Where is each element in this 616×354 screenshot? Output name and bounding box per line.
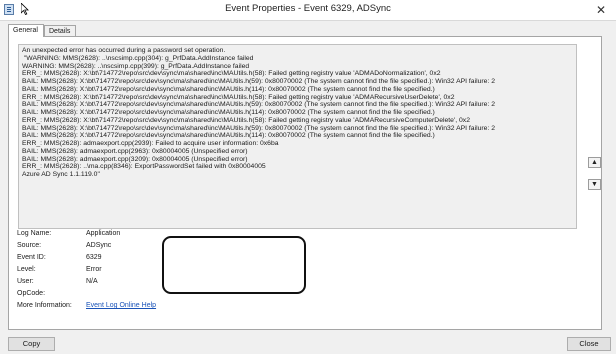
level-label: Level: xyxy=(17,266,36,273)
user-value: N/A xyxy=(86,278,98,285)
description-line: BAIL: MMS(2628): admaexport.cpp(2963): 0… xyxy=(22,147,248,155)
event-description[interactable]: An unexpected error has occurred during … xyxy=(18,44,577,229)
description-line: Azure AD Sync 1.1.119.0" xyxy=(22,171,100,178)
description-line: BAIL: MMS(2628): X:\bt\714772\repo\src\d… xyxy=(22,85,435,93)
description-line: ERR_: MMS(2628): X:\bt\714772\repo\src\d… xyxy=(22,93,455,101)
user-label: User: xyxy=(17,278,34,285)
log-name-value: Application xyxy=(86,230,121,237)
redaction-box xyxy=(162,236,306,294)
description-line: ERR_: MMS(2628): X:\bt\714772\repo\src\d… xyxy=(22,70,441,78)
description-line: ERR_: MMS(2628): ..\ma.cpp(8346): Export… xyxy=(22,163,266,171)
source-value: ADSync xyxy=(86,242,112,249)
level-value: Error xyxy=(86,266,102,273)
description-line: BAIL: MMS(2628): X:\bt\714772\repo\src\d… xyxy=(22,132,435,140)
description-line: ERR_: MMS(2628): admaexport.cpp(2939): F… xyxy=(22,140,279,147)
previous-event-button[interactable]: ▲ xyxy=(588,157,601,168)
title-bar: Event Properties - Event 6329, ADSync ✕ xyxy=(0,0,616,21)
more-information-label: More Information: xyxy=(17,302,72,309)
description-line: BAIL: MMS(2628): X:\bt\714772\repo\src\d… xyxy=(22,124,495,132)
copy-button[interactable]: Copy xyxy=(8,337,55,351)
tab-general[interactable]: General xyxy=(8,24,44,37)
window-title: Event Properties - Event 6329, ADSync xyxy=(225,3,391,14)
window-close-button[interactable]: ✕ xyxy=(593,2,609,18)
event-log-online-help-link[interactable]: Event Log Online Help xyxy=(86,301,156,311)
source-label: Source: xyxy=(17,242,42,249)
event-id-label: Event ID: xyxy=(17,254,46,261)
description-line: BAIL: MMS(2628): admaexport.cpp(3209): 0… xyxy=(22,155,248,163)
description-line: WARNING: MMS(2628): ..\nscsimp.cpp(399):… xyxy=(22,62,250,70)
description-line: "WARNING: MMS(2628): ..\nscsimp.cpp(304)… xyxy=(22,54,254,62)
general-tab-panel: An unexpected error has occurred during … xyxy=(8,36,602,330)
opcode-label: OpCode: xyxy=(17,290,46,297)
description-line: An unexpected error has occurred during … xyxy=(22,47,226,54)
event-id-value: 6329 xyxy=(86,254,102,261)
next-event-button[interactable]: ▼ xyxy=(588,179,601,190)
description-line: ERR_: MMS(2628): X:\bt\714772\repo\src\d… xyxy=(22,116,470,124)
log-name-label: Log Name: xyxy=(17,230,52,237)
close-button[interactable]: Close xyxy=(567,337,611,351)
description-line: BAIL: MMS(2628): X:\bt\714772\repo\src\d… xyxy=(22,109,435,116)
description-line: BAIL: MMS(2628): X:\bt\714772\repo\src\d… xyxy=(22,78,495,85)
mouse-cursor-icon xyxy=(21,3,29,15)
description-line: BAIL: MMS(2628): X:\bt\714772\repo\src\d… xyxy=(22,101,495,109)
